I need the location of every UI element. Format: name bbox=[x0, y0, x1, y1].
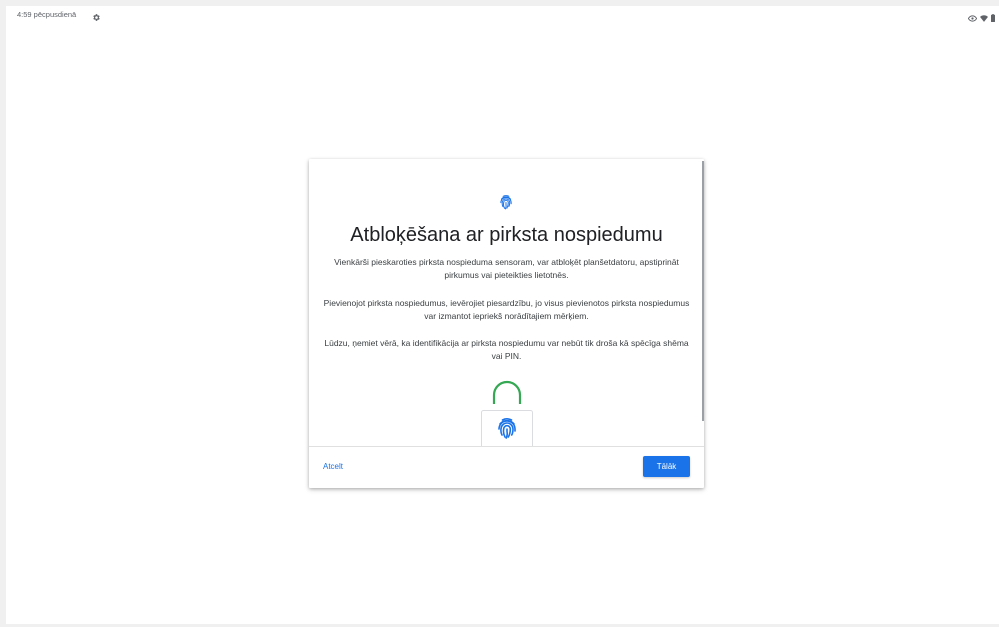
status-bar: 4:59 pēcpusdienā bbox=[6, 6, 999, 24]
fingerprint-setup-dialog: Atbloķēšana ar pirksta nospiedumu Vienkā… bbox=[309, 159, 704, 488]
gear-icon bbox=[92, 9, 101, 21]
next-button[interactable]: Tālāk bbox=[643, 456, 690, 477]
status-time: 4:59 pēcpusdienā bbox=[17, 10, 77, 19]
footer-divider bbox=[309, 446, 704, 447]
fingerprint-icon bbox=[499, 194, 513, 210]
tablet-screen: 4:59 pēcpusdienā Atbloķēšana ar pirksta … bbox=[6, 6, 999, 624]
dialog-content: Atbloķēšana ar pirksta nospiedumu Vienkā… bbox=[309, 159, 704, 446]
unlocked-padlock-fingerprint-icon bbox=[477, 377, 537, 446]
battery-icon bbox=[991, 9, 995, 27]
cancel-button[interactable]: Atcelt bbox=[323, 462, 343, 471]
eye-icon bbox=[967, 9, 978, 27]
dialog-scrollbar[interactable] bbox=[702, 161, 704, 421]
description-paragraph-3: Lūdzu, ņemiet vērā, ka identifikācija ar… bbox=[324, 338, 689, 361]
dialog-title: Atbloķēšana ar pirksta nospiedumu bbox=[350, 224, 663, 246]
wifi-icon bbox=[980, 9, 988, 27]
status-icons bbox=[967, 9, 995, 27]
description-paragraph-2: Pievienojot pirksta nospiedumus, ievēroj… bbox=[323, 298, 690, 321]
description-paragraph-1: Vienkārši pieskaroties pirksta nospiedum… bbox=[334, 257, 679, 280]
